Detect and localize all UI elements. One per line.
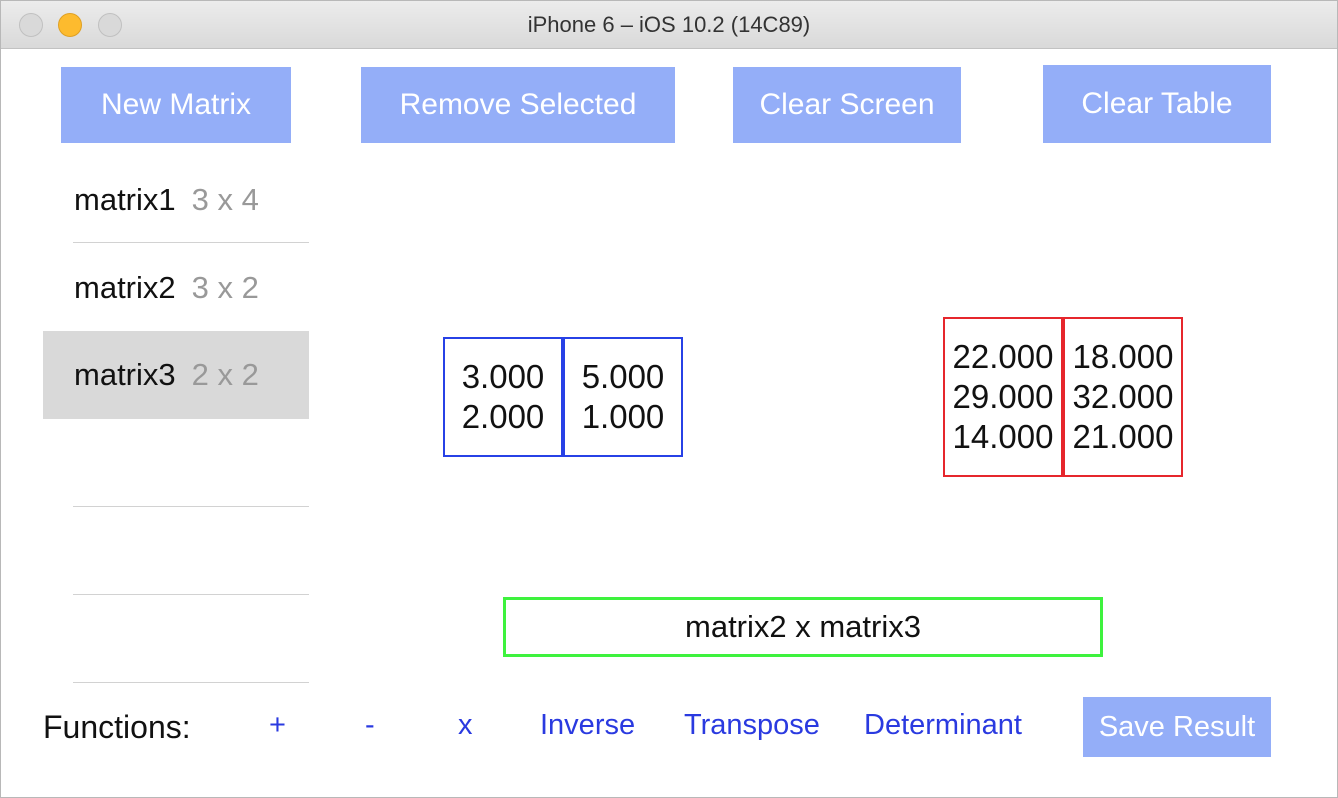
matrix-list-item[interactable]: matrix2 3 x 2 (43, 244, 309, 332)
matrix-cell: 18.000 (1072, 338, 1174, 375)
result-matrix-view[interactable]: 22.000 29.000 14.000 18.000 32.000 21.00… (943, 317, 1183, 477)
matrix-cell: 14.000 (952, 418, 1054, 455)
inverse-function-button[interactable]: Inverse (540, 709, 635, 742)
matrix-cell: 21.000 (1072, 418, 1174, 455)
matrix-dimensions: 3 x 4 (191, 182, 259, 217)
expression-display: matrix2 x matrix3 (503, 597, 1103, 657)
clear-screen-button[interactable]: Clear Screen (733, 67, 961, 143)
matrix-dimensions: 3 x 2 (191, 270, 259, 305)
matrix-cell: 5.000 (581, 358, 665, 395)
multiply-function-button[interactable]: x (458, 709, 473, 742)
determinant-function-button[interactable]: Determinant (864, 709, 1022, 742)
add-function-button[interactable]: + (269, 709, 286, 742)
matrix-name: matrix3 (74, 357, 176, 392)
subtract-function-button[interactable]: - (365, 709, 375, 742)
matrix-dimensions: 2 x 2 (191, 357, 259, 392)
clear-table-button[interactable]: Clear Table (1043, 65, 1271, 143)
matrix-name: matrix1 (74, 182, 176, 217)
simulator-window: iPhone 6 – iOS 10.2 (14C89) New Matrix R… (0, 0, 1338, 798)
matrix-column[interactable]: 18.000 32.000 21.000 (1063, 317, 1183, 477)
new-matrix-button[interactable]: New Matrix (61, 67, 291, 143)
matrix-cell: 22.000 (952, 338, 1054, 375)
title-bar: iPhone 6 – iOS 10.2 (14C89) (1, 1, 1337, 49)
matrix-cell: 2.000 (461, 398, 545, 435)
list-separator (73, 242, 309, 243)
matrix-list-item[interactable]: matrix1 3 x 4 (43, 156, 309, 244)
matrix-cell: 29.000 (952, 378, 1054, 415)
list-separator (73, 594, 309, 595)
matrix-column[interactable]: 3.000 2.000 (443, 337, 563, 457)
matrix-cell: 32.000 (1072, 378, 1174, 415)
matrix-column[interactable]: 22.000 29.000 14.000 (943, 317, 1063, 477)
input-matrix-view[interactable]: 3.000 2.000 5.000 1.000 (443, 337, 683, 457)
window-title: iPhone 6 – iOS 10.2 (14C89) (527, 12, 811, 37)
list-separator (73, 682, 309, 683)
transpose-function-button[interactable]: Transpose (684, 709, 820, 742)
matrix-column[interactable]: 5.000 1.000 (563, 337, 683, 457)
matrix-name: matrix2 (74, 270, 176, 305)
functions-label: Functions: (43, 709, 191, 745)
save-result-button[interactable]: Save Result (1083, 697, 1271, 757)
list-separator (73, 506, 309, 507)
remove-selected-button[interactable]: Remove Selected (361, 67, 675, 143)
matrix-cell: 1.000 (581, 398, 665, 435)
matrix-cell: 3.000 (461, 358, 545, 395)
matrix-list-item-selected[interactable]: matrix3 2 x 2 (43, 331, 309, 419)
